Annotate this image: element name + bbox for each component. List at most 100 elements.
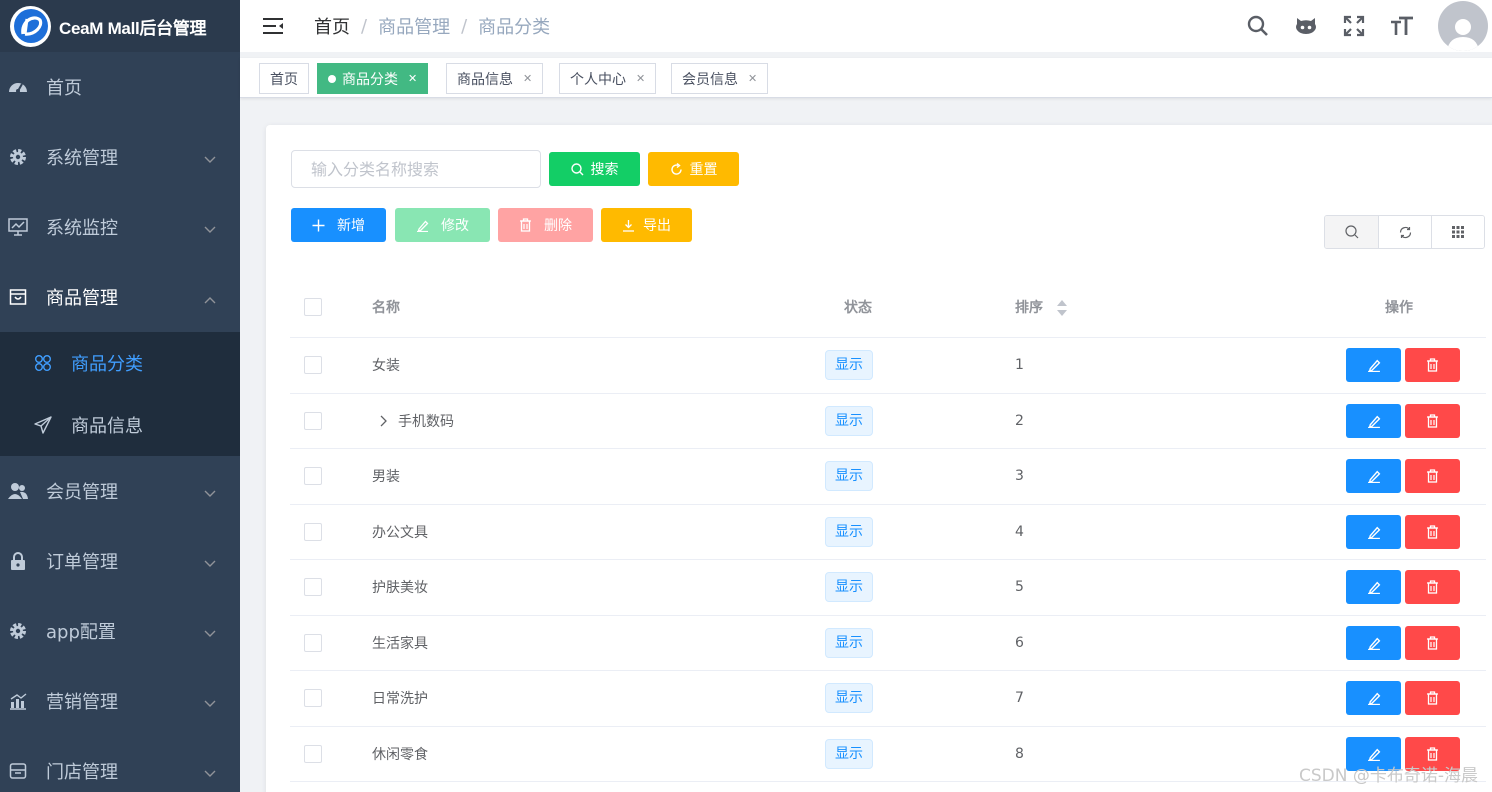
row-delete-button[interactable] [1405, 625, 1460, 660]
active-dot-icon [328, 74, 336, 83]
sidebar-item-stores[interactable]: 门店管理 [0, 736, 240, 792]
send-icon [33, 415, 53, 435]
name-cell: 手机数码 [372, 411, 762, 431]
tag-member-info[interactable]: 会员信息 ✕ [671, 63, 769, 94]
table-row[interactable]: 生活家具 显示 6 [290, 616, 1486, 671]
tag-goods-info[interactable]: 商品信息 ✕ [446, 63, 544, 94]
sidebar-item-orders[interactable]: 订单管理 [0, 526, 240, 596]
chevron-right-icon[interactable] [380, 415, 388, 427]
row-delete-button[interactable] [1405, 514, 1460, 549]
row-checkbox[interactable] [304, 744, 322, 763]
sort-value: 8 [1015, 745, 1024, 762]
sidebar-item-monitor[interactable]: 系统监控 [0, 192, 240, 262]
table-row[interactable]: 男装 显示 3 [290, 449, 1486, 505]
breadcrumb-item[interactable]: 首页 [314, 13, 350, 39]
delete-button[interactable]: 删除 [498, 208, 593, 242]
sidebar-item-app-config[interactable]: app配置 [0, 596, 240, 666]
select-all-checkbox[interactable] [304, 298, 322, 316]
row-checkbox[interactable] [304, 411, 322, 430]
search-icon [1344, 225, 1358, 239]
close-icon[interactable]: ✕ [523, 72, 532, 85]
row-edit-button[interactable] [1346, 348, 1401, 383]
sidebar-item-home[interactable]: 首页 [0, 52, 240, 122]
column-header-sort[interactable]: 排序 [1015, 297, 1335, 317]
ops-cell [1335, 403, 1485, 438]
refresh-button[interactable] [1378, 216, 1431, 248]
columns-button[interactable] [1431, 216, 1484, 248]
search-input[interactable] [291, 150, 541, 188]
edit-icon [1367, 415, 1380, 428]
status-cell: 显示 [762, 627, 1015, 658]
avatar[interactable] [1438, 1, 1488, 51]
add-button[interactable]: 新增 [291, 208, 386, 242]
row-checkbox[interactable] [304, 522, 322, 541]
row-checkbox[interactable] [304, 633, 322, 652]
gear-icon [8, 621, 28, 641]
table-row[interactable]: 护肤美妆 显示 5 [290, 560, 1486, 616]
sidebar-item-category[interactable]: 商品分类 [0, 332, 240, 394]
row-checkbox[interactable] [304, 578, 322, 597]
row-checkbox[interactable] [304, 467, 322, 486]
close-icon[interactable]: ✕ [748, 72, 757, 85]
tag-category[interactable]: 商品分类 ✕ [317, 63, 429, 94]
table-row[interactable]: 女装 显示 1 [290, 338, 1486, 394]
row-delete-button[interactable] [1405, 459, 1460, 494]
close-icon[interactable]: ✕ [408, 72, 417, 85]
row-checkbox-cell [290, 467, 372, 486]
breadcrumb-item[interactable]: 商品管理 [378, 13, 450, 39]
row-edit-button[interactable] [1346, 570, 1401, 605]
hamburger-icon[interactable] [262, 16, 284, 36]
sort-value: 3 [1015, 468, 1024, 485]
row-edit-button[interactable] [1346, 403, 1401, 438]
sort-value: 2 [1015, 412, 1024, 429]
row-edit-button[interactable] [1346, 625, 1401, 660]
refresh-icon [1399, 226, 1411, 238]
logo-area[interactable]: CeaM Mall后台管理 [0, 0, 240, 52]
table-row[interactable]: 办公文具 显示 4 [290, 505, 1486, 560]
export-button[interactable]: 导出 [601, 208, 692, 242]
sidebar-item-goods-info[interactable]: 商品信息 [0, 394, 240, 456]
row-delete-button[interactable] [1405, 403, 1460, 438]
row-edit-button[interactable] [1346, 514, 1401, 549]
row-edit-button[interactable] [1346, 681, 1401, 716]
category-icon [33, 353, 53, 373]
row-checkbox[interactable] [304, 356, 322, 375]
name-cell: 男装 [372, 466, 762, 486]
chevron-up-icon [204, 288, 216, 309]
sidebar-item-marketing[interactable]: 营销管理 [0, 666, 240, 736]
font-size-icon[interactable] [1390, 14, 1414, 38]
tag-home[interactable]: 首页 [259, 63, 309, 94]
sidebar-item-system[interactable]: 系统管理 [0, 122, 240, 192]
close-icon[interactable]: ✕ [636, 72, 645, 85]
fullscreen-icon[interactable] [1342, 14, 1366, 38]
status-cell: 显示 [762, 405, 1015, 436]
search-icon[interactable] [1246, 14, 1270, 38]
row-checkbox[interactable] [304, 689, 322, 708]
github-icon[interactable] [1294, 14, 1318, 38]
sidebar-item-goods[interactable]: 商品管理 [0, 262, 240, 332]
category-name: 日常洗护 [372, 691, 428, 708]
status-cell: 显示 [762, 461, 1015, 492]
sort-caret-icon[interactable] [1056, 299, 1068, 317]
chevron-down-icon [204, 552, 216, 573]
row-delete-button[interactable] [1405, 348, 1460, 383]
toggle-search-button[interactable] [1325, 216, 1378, 248]
sidebar-item-members[interactable]: 会员管理 [0, 456, 240, 526]
sidebar-item-label: 系统管理 [46, 148, 118, 169]
watermark: CSDN @卡布奇诺-海晨 [1298, 766, 1478, 786]
column-header-ops: 操作 [1385, 300, 1413, 316]
category-name: 休闲零食 [372, 746, 428, 763]
row-edit-button[interactable] [1346, 459, 1401, 494]
plus-icon [312, 219, 325, 232]
edit-button[interactable]: 修改 [395, 208, 490, 242]
ops-cell [1335, 681, 1485, 716]
row-delete-button[interactable] [1405, 681, 1460, 716]
tag-profile[interactable]: 个人中心 ✕ [559, 63, 657, 94]
table-row[interactable]: 日常洗护 显示 7 [290, 671, 1486, 727]
table-row[interactable]: 手机数码 显示 2 [290, 394, 1486, 449]
status-cell: 显示 [762, 350, 1015, 381]
reset-button[interactable]: 重置 [648, 152, 739, 186]
category-name: 生活家具 [372, 635, 428, 652]
search-button[interactable]: 搜索 [549, 152, 640, 186]
row-delete-button[interactable] [1405, 570, 1460, 605]
